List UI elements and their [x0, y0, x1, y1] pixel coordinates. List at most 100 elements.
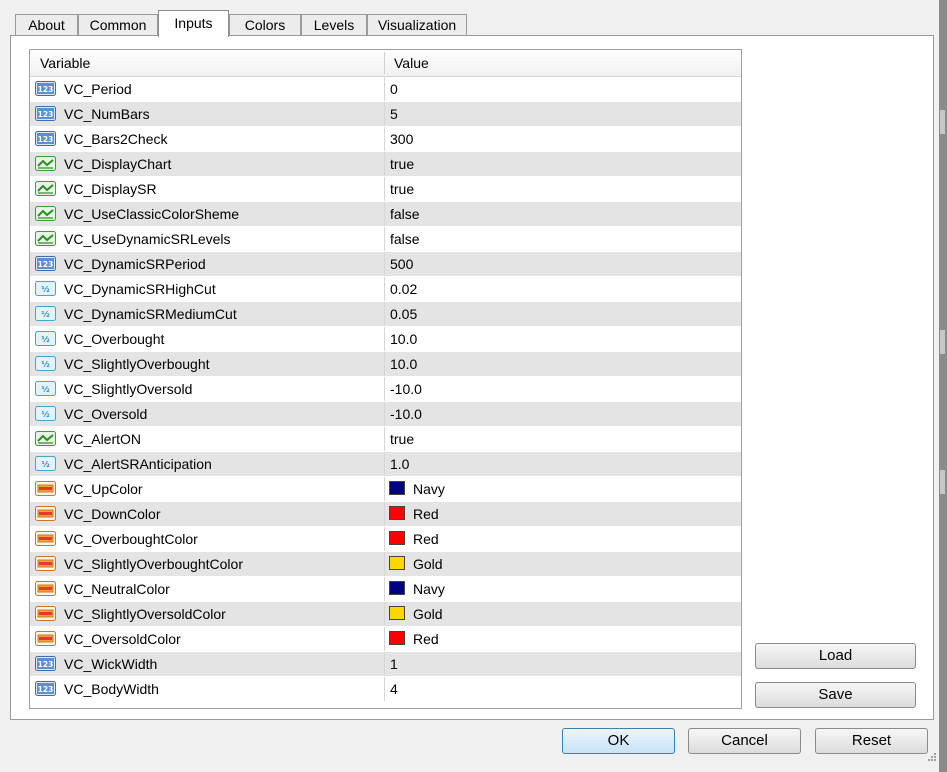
color-swatch[interactable]: [389, 531, 405, 545]
variable-value[interactable]: false: [390, 227, 420, 251]
tab-about[interactable]: About: [15, 14, 78, 36]
table-row[interactable]: VC_DisplaySR true: [30, 177, 741, 202]
svg-text:123: 123: [38, 135, 54, 144]
variable-value[interactable]: Navy: [413, 477, 445, 501]
table-row[interactable]: ½ VC_SlightlyOversold -10.0: [30, 377, 741, 402]
table-row[interactable]: 123 VC_DynamicSRPeriod 500: [30, 252, 741, 277]
variable-value[interactable]: false: [390, 202, 420, 226]
variable-value[interactable]: Red: [413, 502, 439, 526]
svg-text:123: 123: [38, 110, 54, 119]
variable-value[interactable]: 1: [390, 652, 398, 676]
variable-value[interactable]: 10.0: [390, 327, 417, 351]
color-icon: [35, 531, 56, 546]
table-row[interactable]: 123 VC_Bars2Check 300: [30, 127, 741, 152]
table-row[interactable]: ½ VC_Overbought 10.0: [30, 327, 741, 352]
tab-levels[interactable]: Levels: [301, 14, 367, 36]
variable-value[interactable]: 300: [390, 127, 413, 151]
variable-value[interactable]: 4: [390, 677, 398, 701]
bool-icon: [35, 181, 56, 196]
color-icon: [35, 506, 56, 521]
reset-button[interactable]: Reset: [815, 728, 928, 754]
variable-name: VC_DynamicSRPeriod: [64, 256, 206, 272]
table-row[interactable]: VC_DownColor Red: [30, 502, 741, 527]
cell-divider: [384, 577, 385, 601]
variable-column-header[interactable]: Variable: [40, 50, 380, 76]
variable-value[interactable]: Gold: [413, 552, 443, 576]
color-swatch[interactable]: [389, 481, 405, 495]
table-row[interactable]: ½ VC_Oversold -10.0: [30, 402, 741, 427]
cell-divider: [384, 552, 385, 576]
variable-value[interactable]: 1.0: [390, 452, 409, 476]
color-swatch[interactable]: [389, 556, 405, 570]
table-row[interactable]: VC_AlertON true: [30, 427, 741, 452]
cell-divider: [384, 202, 385, 226]
tab-common[interactable]: Common: [78, 14, 158, 36]
variable-name: VC_UseDynamicSRLevels: [64, 231, 231, 247]
variable-value[interactable]: 0.02: [390, 277, 417, 301]
cell-divider: [384, 102, 385, 126]
color-swatch[interactable]: [389, 581, 405, 595]
value-column-header[interactable]: Value: [394, 50, 734, 76]
table-row[interactable]: VC_SlightlyOverboughtColor Gold: [30, 552, 741, 577]
svg-text:½: ½: [41, 334, 49, 344]
color-swatch[interactable]: [389, 631, 405, 645]
variable-value[interactable]: 0: [390, 77, 398, 101]
cancel-button[interactable]: Cancel: [688, 728, 801, 754]
save-button[interactable]: Save: [755, 682, 916, 708]
variable-value[interactable]: Gold: [413, 602, 443, 626]
variable-value[interactable]: Navy: [413, 577, 445, 601]
variable-value[interactable]: -10.0: [390, 377, 422, 401]
table-row[interactable]: VC_UseClassicColorSheme false: [30, 202, 741, 227]
table-row[interactable]: 123 VC_BodyWidth 4: [30, 677, 741, 702]
svg-text:123: 123: [38, 685, 54, 694]
variable-value[interactable]: Red: [413, 627, 439, 651]
load-button[interactable]: Load: [755, 643, 916, 669]
color-swatch[interactable]: [389, 606, 405, 620]
table-row[interactable]: VC_NeutralColor Navy: [30, 577, 741, 602]
table-row[interactable]: 123 VC_WickWidth 1: [30, 652, 741, 677]
svg-text:½: ½: [41, 309, 49, 319]
tab-visualization[interactable]: Visualization: [367, 14, 467, 36]
table-row[interactable]: ½ VC_SlightlyOverbought 10.0: [30, 352, 741, 377]
variable-name: VC_OverboughtColor: [64, 531, 198, 547]
variable-value[interactable]: 500: [390, 252, 413, 276]
ok-button[interactable]: OK: [562, 728, 675, 754]
variable-value[interactable]: -10.0: [390, 402, 422, 426]
variable-name: VC_DisplaySR: [64, 181, 157, 197]
variable-value[interactable]: true: [390, 427, 414, 451]
color-icon: [35, 631, 56, 646]
table-row[interactable]: 123 VC_Period 0: [30, 77, 741, 102]
int-icon: 123: [35, 131, 56, 146]
tab-colors[interactable]: Colors: [229, 14, 301, 36]
variable-value[interactable]: true: [390, 152, 414, 176]
table-row[interactable]: VC_UpColor Navy: [30, 477, 741, 502]
window-edge: [939, 0, 947, 772]
color-swatch[interactable]: [389, 506, 405, 520]
table-row[interactable]: 123 VC_NumBars 5: [30, 102, 741, 127]
variable-value[interactable]: Red: [413, 527, 439, 551]
tab-inputs[interactable]: Inputs: [158, 10, 229, 37]
table-row[interactable]: VC_OverboughtColor Red: [30, 527, 741, 552]
variable-value[interactable]: true: [390, 177, 414, 201]
cell-divider: [384, 602, 385, 626]
table-row[interactable]: VC_UseDynamicSRLevels false: [30, 227, 741, 252]
variable-value[interactable]: 10.0: [390, 352, 417, 376]
table-row[interactable]: VC_DisplayChart true: [30, 152, 741, 177]
column-divider[interactable]: [384, 52, 385, 74]
cell-divider: [384, 452, 385, 476]
resize-grip-icon[interactable]: [925, 752, 937, 764]
cell-divider: [384, 302, 385, 326]
cell-divider: [384, 327, 385, 351]
variable-value[interactable]: 5: [390, 102, 398, 126]
table-row[interactable]: ½ VC_DynamicSRHighCut 0.02: [30, 277, 741, 302]
variable-name: VC_DynamicSRHighCut: [64, 281, 216, 297]
double-icon: ½: [35, 406, 56, 421]
variable-value[interactable]: 0.05: [390, 302, 417, 326]
table-row[interactable]: ½ VC_AlertSRAnticipation 1.0: [30, 452, 741, 477]
cell-divider: [384, 127, 385, 151]
variable-name: VC_Oversold: [64, 406, 148, 422]
table-row[interactable]: VC_SlightlyOversoldColor Gold: [30, 602, 741, 627]
table-row[interactable]: ½ VC_DynamicSRMediumCut 0.05: [30, 302, 741, 327]
table-row[interactable]: VC_OversoldColor Red: [30, 627, 741, 652]
cell-divider: [384, 477, 385, 501]
